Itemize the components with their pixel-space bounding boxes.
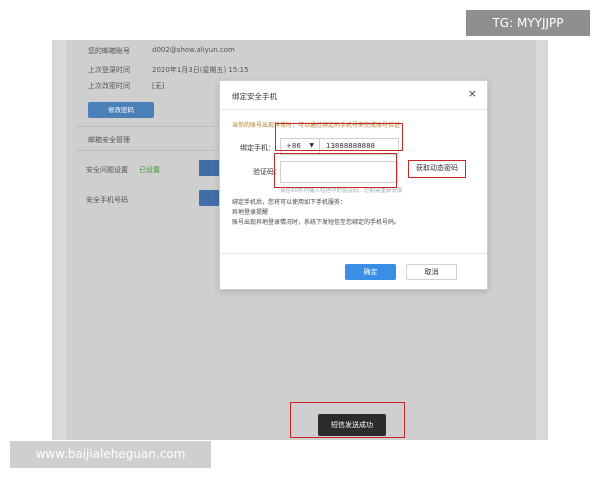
last-change-value: [无]: [152, 82, 165, 90]
code-highlight-box: [274, 153, 397, 188]
site-watermark: www.baijialeheguan.com: [10, 441, 211, 468]
last-change-label: 上次改密时间: [88, 82, 130, 90]
get-code-button[interactable]: 获取动态密码: [408, 160, 466, 178]
security-question-button[interactable]: [199, 160, 219, 176]
last-login-label: 上次登录时间: [88, 66, 130, 74]
section-divider-top: [76, 126, 231, 127]
section-title: 邮箱安全管理: [88, 136, 130, 144]
phone-label: 绑定手机：: [240, 144, 275, 152]
confirm-button[interactable]: 确定: [345, 264, 396, 280]
security-phone-button[interactable]: [199, 190, 219, 206]
dialog-title: 绑定安全手机: [232, 92, 277, 101]
cancel-button[interactable]: 取消: [406, 264, 457, 280]
tg-watermark: TG: MYYJJPP: [466, 10, 590, 36]
security-question-status: 已设置: [139, 166, 160, 174]
phone-highlight-box: [275, 123, 403, 151]
email-value: d002@show.aliyun.com: [152, 46, 235, 54]
close-icon[interactable]: ×: [468, 88, 477, 100]
security-phone-label: 安全手机号码: [86, 196, 128, 204]
sms-sent-toast: 短信发送成功: [318, 414, 386, 436]
footer-divider: [220, 253, 487, 254]
service-desc: 账号出现异地登录情况时，系统下发短信至您绑定的手机号码。: [232, 219, 401, 226]
email-label: 您的邮箱账号: [88, 47, 130, 55]
service-name: 异地登录提醒: [232, 209, 269, 216]
section-divider-bottom: [76, 150, 231, 151]
last-login-value: 2020年1月3日(星期五) 15:15: [152, 66, 249, 74]
security-question-label: 安全问题设置: [86, 166, 128, 174]
after-bind-text: 绑定手机后，您将可以使用如下手机服务：: [232, 199, 347, 206]
dialog-divider: [220, 109, 487, 110]
change-password-button[interactable]: 修改密码: [88, 102, 154, 118]
